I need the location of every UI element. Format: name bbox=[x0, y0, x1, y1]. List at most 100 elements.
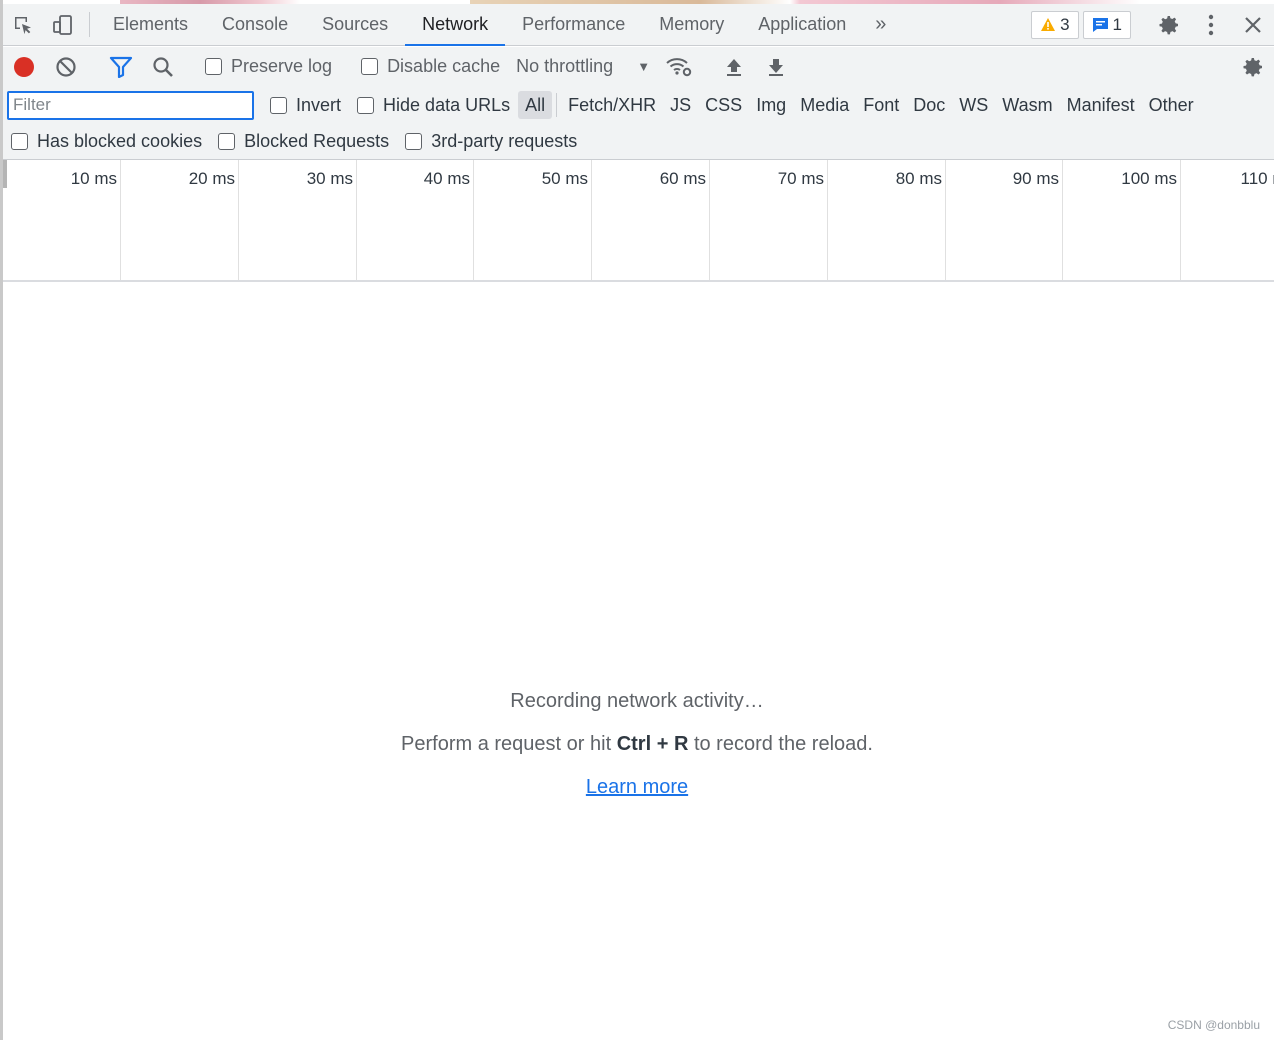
checkbox-box[interactable] bbox=[357, 96, 375, 114]
type-filter-media[interactable]: Media bbox=[793, 91, 856, 119]
type-filter-css[interactable]: CSS bbox=[698, 91, 749, 119]
warning-icon bbox=[1041, 18, 1056, 31]
filter-bar: Invert Hide data URLs All Fetch/XHR JS C… bbox=[3, 86, 1274, 124]
invert-label: Invert bbox=[296, 94, 342, 115]
reload-hint: Perform a request or hit Ctrl + R to rec… bbox=[0, 733, 1274, 756]
third-party-requests-label: 3rd-party requests bbox=[431, 131, 578, 151]
import-har-button[interactable] bbox=[713, 47, 755, 86]
watermark: CSDN @donbblu bbox=[1167, 1018, 1260, 1032]
hint-text-before: Perform a request or hit bbox=[401, 733, 617, 755]
type-filter-fetch-xhr[interactable]: Fetch/XHR bbox=[561, 91, 663, 119]
inspect-element-icon[interactable] bbox=[3, 4, 43, 45]
timeline-tick-label: 90 ms bbox=[945, 160, 1063, 280]
tab-application[interactable]: Application bbox=[741, 4, 863, 45]
timeline-overview[interactable]: 10 ms 20 ms 30 ms 40 ms 50 ms 60 ms 70 ms 80 ms… bbox=[3, 160, 1274, 282]
recording-message: Recording network activity… bbox=[510, 690, 764, 712]
network-conditions-button[interactable] bbox=[658, 47, 700, 86]
type-filter-manifest[interactable]: Manifest bbox=[1060, 91, 1142, 119]
timeline-tick-label: 60 ms bbox=[592, 160, 710, 280]
preserve-log-checkbox[interactable]: Preserve log bbox=[197, 56, 340, 77]
hide-data-urls-label: Hide data URLs bbox=[383, 94, 511, 115]
has-blocked-cookies-checkbox[interactable]: Has blocked cookies bbox=[3, 131, 210, 152]
timeline-tick-label: 10 ms bbox=[3, 160, 121, 280]
checkbox-box[interactable] bbox=[11, 133, 28, 150]
disable-cache-checkbox[interactable]: Disable cache bbox=[353, 56, 508, 77]
type-filter-ws[interactable]: WS bbox=[952, 91, 995, 119]
type-filter-doc[interactable]: Doc bbox=[906, 91, 952, 119]
warnings-badge[interactable]: 3 bbox=[1031, 10, 1079, 39]
invert-checkbox[interactable]: Invert bbox=[262, 95, 349, 116]
settings-gear-icon bbox=[1243, 57, 1262, 76]
timeline-tick-label: 20 ms bbox=[121, 160, 239, 280]
more-tabs-chevron-icon[interactable]: » bbox=[863, 4, 898, 45]
warnings-count: 3 bbox=[1060, 14, 1070, 34]
tab-performance[interactable]: Performance bbox=[505, 4, 642, 45]
divider bbox=[89, 12, 90, 37]
throttling-select[interactable]: No throttling ▼ bbox=[508, 56, 658, 77]
type-filter-wasm[interactable]: Wasm bbox=[995, 91, 1059, 119]
blocked-requests-label: Blocked Requests bbox=[244, 131, 390, 151]
search-icon bbox=[153, 56, 173, 77]
filter-icon bbox=[109, 56, 133, 78]
network-toolbar: Preserve log Disable cache No throttling… bbox=[3, 47, 1274, 86]
upload-icon bbox=[727, 58, 742, 76]
tab-network[interactable]: Network bbox=[405, 4, 506, 46]
messages-count: 1 bbox=[1112, 14, 1122, 34]
record-icon bbox=[14, 56, 34, 77]
tab-console[interactable]: Console bbox=[205, 4, 305, 45]
checkbox-box[interactable] bbox=[405, 133, 423, 150]
type-filter-js[interactable]: JS bbox=[663, 91, 698, 119]
checkbox-box[interactable] bbox=[270, 96, 287, 114]
download-icon bbox=[769, 58, 784, 76]
learn-more-link[interactable]: Learn more bbox=[586, 776, 688, 798]
network-settings-button[interactable] bbox=[1232, 47, 1274, 86]
timeline-tick-label: 110 ms bbox=[1181, 160, 1274, 280]
timeline-tick-label: 40 ms bbox=[356, 160, 474, 280]
messages-badge[interactable]: 1 bbox=[1082, 10, 1131, 39]
shortcut-r: R bbox=[673, 733, 689, 755]
checkbox-box[interactable] bbox=[361, 58, 379, 75]
preserve-log-label: Preserve log bbox=[231, 56, 333, 76]
search-button[interactable] bbox=[142, 47, 184, 86]
message-icon bbox=[1092, 17, 1108, 32]
type-filter-font[interactable]: Font bbox=[856, 91, 906, 119]
checkbox-box[interactable] bbox=[205, 58, 222, 75]
blocked-filter-bar: Has blocked cookies Blocked Requests 3rd… bbox=[3, 124, 1274, 160]
has-blocked-cookies-label: Has blocked cookies bbox=[37, 131, 203, 151]
hide-data-urls-checkbox[interactable]: Hide data URLs bbox=[349, 95, 518, 116]
record-button[interactable] bbox=[3, 47, 45, 86]
filter-toggle-button[interactable] bbox=[100, 47, 142, 86]
more-options-icon[interactable] bbox=[1190, 4, 1232, 46]
timeline-tick-label: 100 ms bbox=[1063, 160, 1181, 280]
dropdown-caret-icon: ▼ bbox=[637, 59, 651, 74]
close-devtools-icon[interactable] bbox=[1232, 4, 1274, 46]
shortcut-plus: + bbox=[651, 733, 674, 755]
timeline-tick-label: 30 ms bbox=[239, 160, 357, 280]
tab-memory[interactable]: Memory bbox=[642, 4, 741, 45]
type-filter-all[interactable]: All bbox=[518, 91, 553, 119]
checkbox-box[interactable] bbox=[218, 133, 236, 150]
timeline-tick-label: 50 ms bbox=[474, 160, 592, 280]
type-filter-other[interactable]: Other bbox=[1142, 91, 1201, 119]
disable-cache-label: Disable cache bbox=[387, 56, 501, 76]
empty-state: Recording network activity… Perform a re… bbox=[0, 690, 1274, 799]
device-toolbar-icon[interactable] bbox=[43, 4, 83, 45]
tab-sources[interactable]: Sources bbox=[305, 4, 405, 45]
shortcut-ctrl: Ctrl bbox=[616, 733, 652, 755]
timeline-tick-label: 80 ms bbox=[828, 160, 946, 280]
third-party-requests-checkbox[interactable]: 3rd-party requests bbox=[397, 131, 585, 152]
wifi-settings-icon bbox=[666, 57, 692, 76]
divider bbox=[556, 93, 558, 117]
settings-gear-icon[interactable] bbox=[1148, 4, 1190, 46]
clear-icon bbox=[56, 56, 76, 77]
export-har-button[interactable] bbox=[755, 47, 797, 86]
blocked-requests-checkbox[interactable]: Blocked Requests bbox=[210, 131, 397, 152]
clear-button[interactable] bbox=[45, 47, 87, 86]
throttling-value: No throttling bbox=[516, 56, 614, 76]
hint-text-after: to record the reload. bbox=[688, 733, 873, 755]
timeline-tick-label: 70 ms bbox=[710, 160, 828, 280]
filter-input[interactable] bbox=[7, 90, 254, 120]
type-filter-img[interactable]: Img bbox=[749, 91, 793, 119]
tab-elements[interactable]: Elements bbox=[96, 4, 205, 45]
tab-bar-right-controls: 3 1 bbox=[1031, 4, 1274, 45]
